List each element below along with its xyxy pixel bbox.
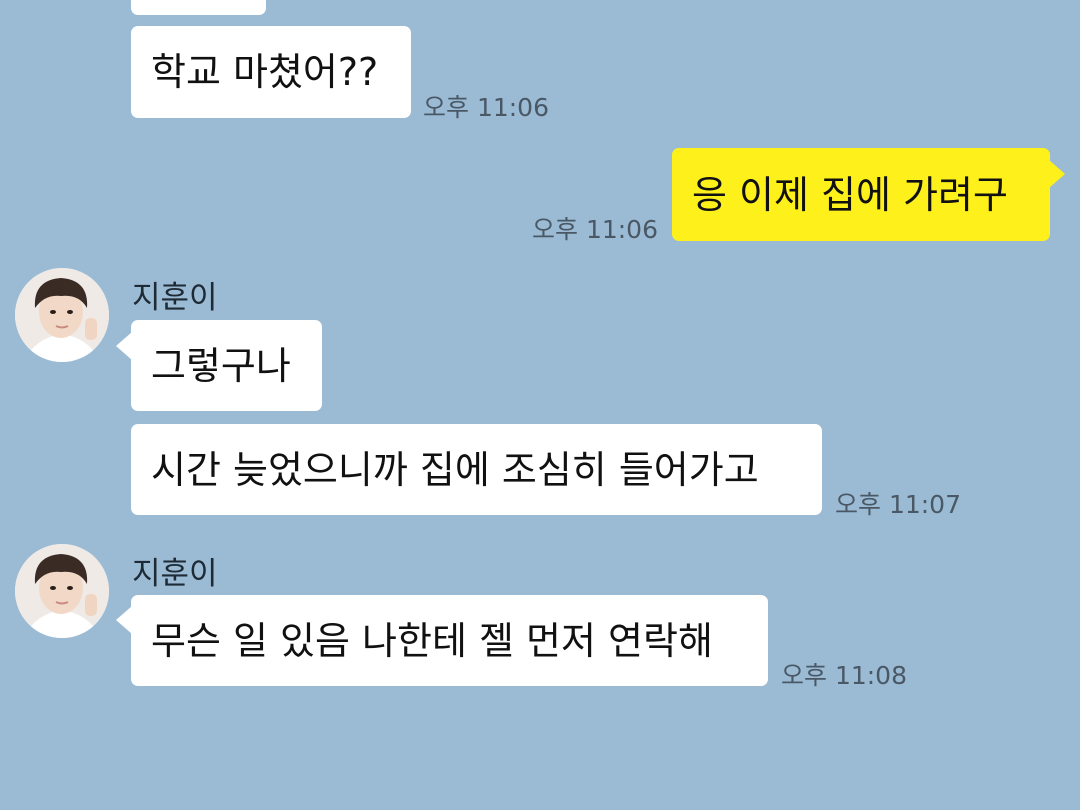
- message-bubble[interactable]: 학교 마쳤어??: [131, 26, 411, 118]
- message-bubble[interactable]: 시간 늦었으니까 집에 조심히 들어가고: [131, 424, 822, 515]
- message-timestamp: 오후 11:06: [423, 93, 549, 122]
- profile-photo-icon: [15, 268, 109, 362]
- bubble-tail: [1049, 160, 1065, 188]
- profile-avatar[interactable]: [15, 544, 109, 638]
- profile-avatar[interactable]: [15, 268, 109, 362]
- message-timestamp: 오후 11:06: [532, 215, 658, 244]
- bubble-tail: [116, 332, 132, 360]
- my-message-bubble[interactable]: 응 이제 집에 가려구: [672, 148, 1050, 241]
- message-bubble[interactable]: 무슨 일 있음 나한테 젤 먼저 연락해: [131, 595, 768, 686]
- sender-name: 지훈이: [132, 280, 218, 316]
- message-timestamp: 오후 11:07: [835, 490, 961, 519]
- message-timestamp: 오후 11:08: [781, 661, 907, 690]
- message-text: 학교 마쳤어??: [151, 50, 379, 94]
- message-bubble-cutoff[interactable]: [131, 0, 266, 15]
- message-text: 응 이제 집에 가려구: [692, 172, 1008, 217]
- sender-name: 지훈이: [132, 556, 218, 592]
- message-text: 시간 늦었으니까 집에 조심히 들어가고: [151, 447, 759, 492]
- bubble-tail: [116, 606, 132, 634]
- profile-photo-icon: [15, 544, 109, 638]
- message-text: 무슨 일 있음 나한테 젤 먼저 연락해: [151, 618, 713, 663]
- message-text: 그렇구나: [151, 343, 291, 388]
- message-bubble[interactable]: 그렇구나: [131, 320, 322, 411]
